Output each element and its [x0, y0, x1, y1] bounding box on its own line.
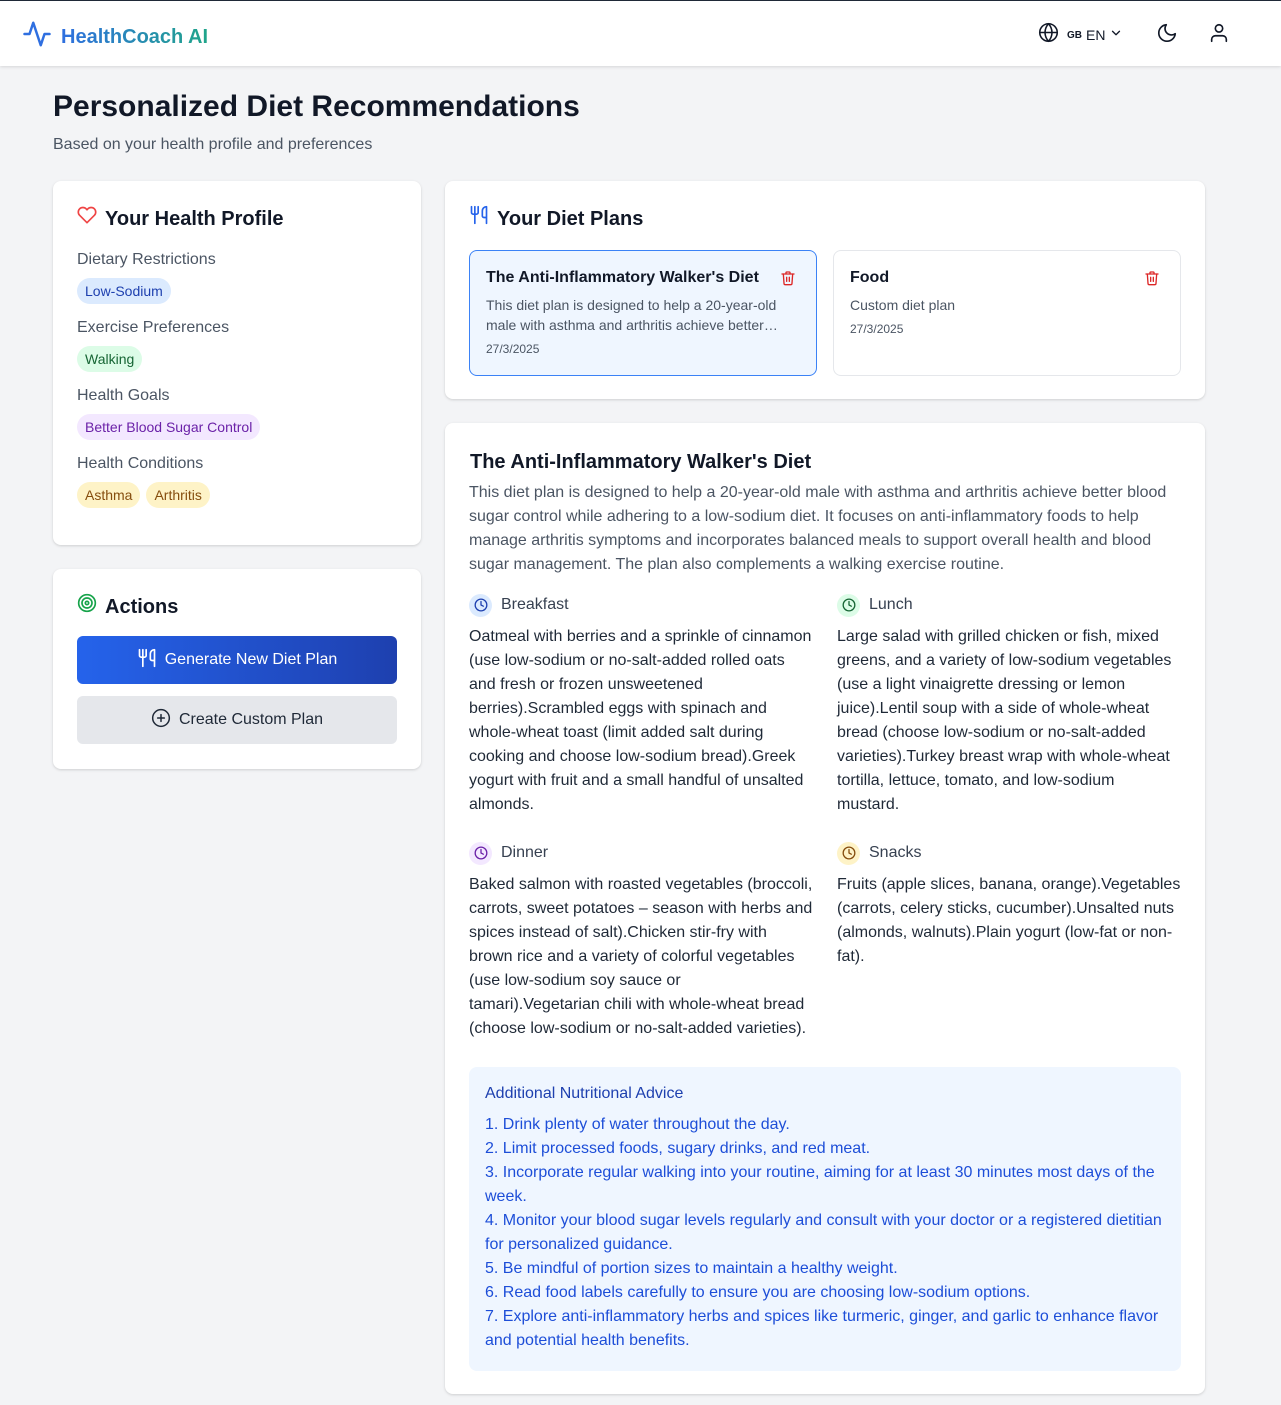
exercise-preferences-label: Exercise Preferences	[77, 319, 230, 336]
advice-item: 1. Drink plenty of water throughout the …	[485, 1116, 790, 1133]
tag-chip: Low-Sodium	[77, 278, 171, 304]
tag-chip: Arthritis	[146, 482, 210, 508]
diet-plan-description: Custom diet plan	[850, 297, 956, 313]
health-goals-label: Health Goals	[77, 387, 170, 404]
advice-item: 5. Be mindful of portion sizes to mainta…	[485, 1260, 898, 1277]
trash-icon[interactable]	[780, 270, 796, 291]
heart-icon	[77, 205, 97, 232]
meal-heading: Snacks	[837, 841, 1181, 865]
nutritional-advice-title: Additional Nutritional Advice	[485, 1085, 684, 1102]
diet-plan-title: The Anti-Inflammatory Walker's Diet	[486, 269, 759, 286]
generate-diet-plan-label: Generate New Diet Plan	[164, 651, 338, 668]
diet-plan-list: The Anti-Inflammatory Walker's Diet This…	[469, 250, 1181, 376]
diet-plan-date: 27/3/2025	[850, 322, 904, 336]
meal-lunch: Lunch Large salad with grilled chicken o…	[837, 593, 1181, 817]
meal-heading: Breakfast	[469, 593, 813, 617]
diet-plan-description: This diet plan is designed to help a 20-…	[486, 297, 777, 333]
health-goals-chips: Better Blood Sugar Control	[77, 414, 397, 440]
brand-name: HealthCoach AI	[61, 23, 208, 51]
health-profile-title: Your Health Profile	[105, 207, 284, 230]
utensils-icon	[137, 648, 157, 673]
globe-icon	[1038, 22, 1059, 48]
advice-item: 4. Monitor your blood sugar levels regul…	[485, 1212, 1162, 1253]
diet-plan-detail-card: The Anti-Inflammatory Walker's Diet This…	[445, 423, 1205, 1394]
tag-chip: Better Blood Sugar Control	[77, 414, 261, 440]
health-profile-card: Your Health Profile Dietary Restrictions…	[53, 181, 421, 545]
diet-plan-item[interactable]: Food Custom diet plan 27/3/2025	[833, 250, 1181, 376]
meal-heading: Lunch	[837, 593, 1181, 617]
diet-plan-detail-title: The Anti-Inflammatory Walker's Diet	[470, 451, 812, 473]
dietary-restrictions-label: Dietary Restrictions	[77, 251, 216, 268]
actions-card: Actions Generate New Diet Plan Create Cu…	[53, 569, 421, 769]
meal-snacks: Snacks Fruits (apple slices, banana, ora…	[837, 841, 1181, 1041]
clock-icon	[837, 593, 860, 617]
brand-logo[interactable]: HealthCoach AI	[22, 19, 208, 54]
user-icon[interactable]	[1208, 22, 1230, 49]
clock-icon	[469, 841, 492, 865]
diet-plans-heading: Your Diet Plans	[469, 205, 1181, 232]
activity-pulse-icon	[22, 19, 52, 54]
diet-plan-item[interactable]: The Anti-Inflammatory Walker's Diet This…	[469, 250, 817, 376]
create-custom-plan-label: Create Custom Plan	[178, 711, 324, 728]
meal-breakfast: Breakfast Oatmeal with berries and a spr…	[469, 593, 813, 817]
meal-dinner: Dinner Baked salmon with roasted vegetab…	[469, 841, 813, 1041]
chevron-down-icon	[1109, 26, 1123, 45]
meal-label: Snacks	[869, 844, 922, 861]
diet-plan-date: 27/3/2025	[486, 342, 540, 356]
tag-chip: Walking	[77, 346, 143, 372]
meal-label: Lunch	[869, 596, 913, 613]
health-conditions-chips: Asthma Arthritis	[77, 482, 397, 508]
advice-item: 2. Limit processed foods, sugary drinks,…	[485, 1140, 871, 1157]
nutritional-advice-box: Additional Nutritional Advice 1. Drink p…	[469, 1067, 1181, 1371]
page-title: Personalized Diet Recommendations	[53, 90, 580, 123]
diet-plan-detail-description: This diet plan is designed to help a 20-…	[469, 484, 1167, 573]
create-custom-plan-button[interactable]: Create Custom Plan	[77, 696, 397, 744]
advice-item: 6. Read food labels carefully to ensure …	[485, 1284, 1031, 1301]
actions-heading: Actions	[77, 593, 397, 620]
language-code: EN	[1086, 27, 1106, 43]
clock-icon	[837, 841, 860, 865]
generate-diet-plan-button[interactable]: Generate New Diet Plan	[77, 636, 397, 684]
target-icon	[77, 593, 97, 620]
top-navbar: HealthCoach AI GB EN	[0, 0, 1281, 66]
page-subtitle: Based on your health profile and prefere…	[53, 136, 373, 153]
utensils-icon	[469, 205, 489, 232]
language-flag: GB	[1067, 29, 1082, 41]
meal-description: Oatmeal with berries and a sprinkle of c…	[469, 628, 812, 813]
meals-grid: Breakfast Oatmeal with berries and a spr…	[469, 593, 1181, 1041]
meal-description: Fruits (apple slices, banana, orange).Ve…	[837, 876, 1181, 965]
advice-item: 3. Incorporate regular walking into your…	[485, 1164, 1155, 1205]
meal-heading: Dinner	[469, 841, 813, 865]
exercise-preferences-chips: Walking	[77, 346, 397, 372]
tag-chip: Asthma	[77, 482, 141, 508]
meal-label: Breakfast	[501, 596, 569, 613]
actions-title: Actions	[105, 595, 179, 618]
trash-icon[interactable]	[1144, 270, 1160, 291]
health-profile-heading: Your Health Profile	[77, 205, 397, 232]
meal-label: Dinner	[501, 844, 549, 861]
meal-description: Large salad with grilled chicken or fish…	[837, 628, 1172, 813]
meal-description: Baked salmon with roasted vegetables (br…	[469, 876, 813, 1037]
plus-circle-icon	[151, 708, 171, 733]
nutritional-advice-list: 1. Drink plenty of water throughout the …	[485, 1113, 1165, 1353]
advice-item: 7. Explore anti-inflammatory herbs and s…	[485, 1308, 1159, 1349]
language-selector[interactable]: GB EN	[1038, 22, 1123, 48]
diet-plan-title: Food	[850, 269, 890, 286]
health-conditions-label: Health Conditions	[77, 455, 204, 472]
clock-icon	[469, 593, 492, 617]
dietary-restrictions-chips: Low-Sodium	[77, 278, 397, 304]
moon-icon[interactable]	[1156, 22, 1178, 49]
diet-plans-title: Your Diet Plans	[497, 207, 644, 230]
diet-plans-card: Your Diet Plans The Anti-Inflammatory Wa…	[445, 181, 1205, 399]
